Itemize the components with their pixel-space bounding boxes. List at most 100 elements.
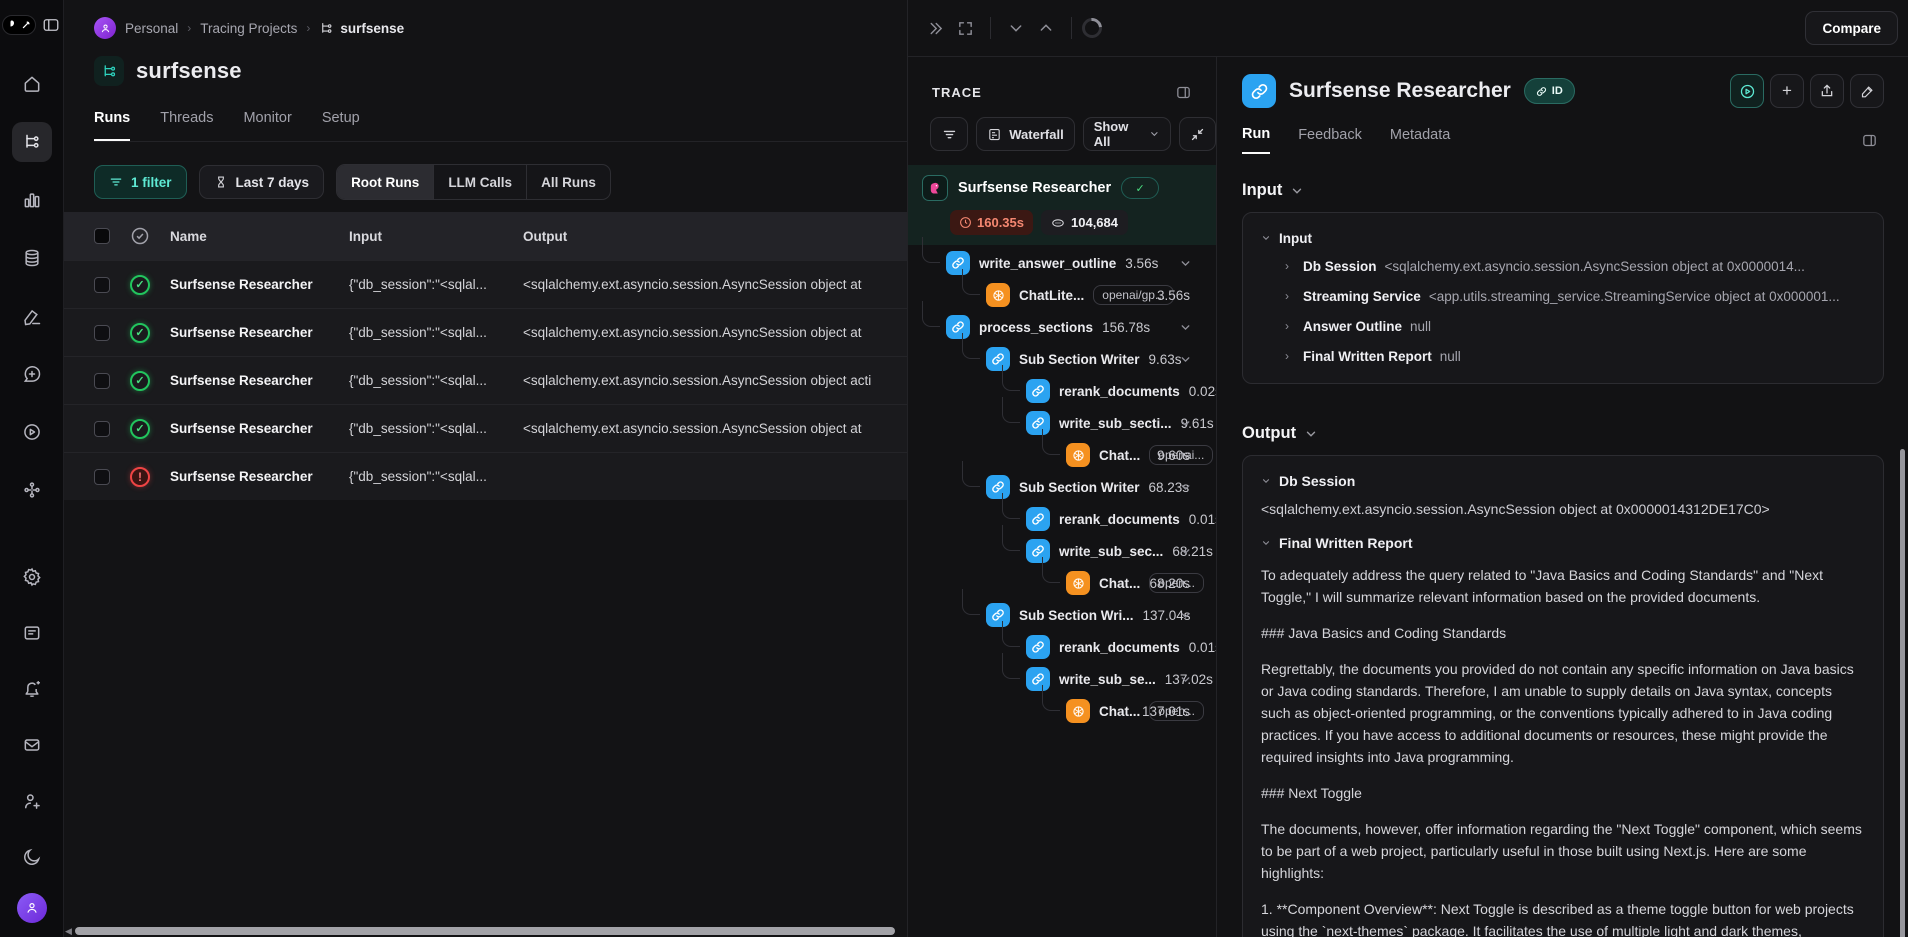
chevron-down-icon[interactable]	[1179, 609, 1192, 622]
vertical-scrollbar[interactable]	[1900, 449, 1905, 937]
select-all-checkbox[interactable]	[94, 228, 110, 244]
tab-setup[interactable]: Setup	[322, 110, 360, 141]
trace-tree-node[interactable]: process_sections 156.78s	[908, 311, 1216, 343]
collapse-all-button[interactable]	[1179, 117, 1216, 151]
run-name[interactable]: Surfsense Researcher	[170, 325, 349, 340]
waterfall-button[interactable]: Waterfall	[976, 117, 1074, 151]
breadcrumb-item[interactable]: Personal	[125, 21, 178, 36]
datasets-icon[interactable]	[12, 238, 52, 278]
filter-chip[interactable]: 1 filter	[94, 165, 187, 199]
run-name[interactable]: Surfsense Researcher	[170, 277, 349, 292]
trace-tree-node[interactable]: Chat... open... 68.20s	[908, 567, 1216, 599]
tab-threads[interactable]: Threads	[160, 110, 213, 141]
open-in-playground-button[interactable]	[1730, 74, 1764, 108]
documentation-icon[interactable]	[12, 613, 52, 653]
theme-toggle-icon[interactable]	[12, 837, 52, 877]
trace-tree-node[interactable]: write_answer_outline 3.56s	[908, 247, 1216, 279]
home-icon[interactable]	[12, 64, 52, 104]
run-name[interactable]: Surfsense Researcher	[170, 373, 349, 388]
row-checkbox[interactable]	[94, 373, 110, 389]
row-checkbox[interactable]	[94, 469, 110, 485]
expand-fullscreen-icon[interactable]	[950, 13, 980, 43]
add-to-dataset-button[interactable]: +	[1770, 74, 1804, 108]
column-header-input[interactable]: Input	[349, 229, 523, 244]
show-all-dropdown[interactable]: Show All	[1083, 117, 1171, 151]
trace-tree-node[interactable]: write_sub_se... 137.02s	[908, 663, 1216, 695]
segment-root-runs[interactable]: Root Runs	[337, 165, 434, 199]
run-id-pill[interactable]: ID	[1524, 78, 1575, 104]
breadcrumb-item[interactable]: Tracing Projects	[200, 21, 297, 36]
split-panel-icon[interactable]	[1168, 77, 1198, 107]
table-row[interactable]: ✓ Surfsense Researcher {"db_session":"<s…	[64, 404, 907, 452]
deployments-icon[interactable]	[12, 470, 52, 510]
scroll-left-arrow[interactable]: ◀	[65, 927, 73, 935]
tracing-projects-icon[interactable]	[12, 122, 52, 162]
settings-icon[interactable]	[12, 557, 52, 597]
column-header-output[interactable]: Output	[523, 229, 907, 244]
trace-tree-node[interactable]: Sub Section Writer 68.23s	[908, 471, 1216, 503]
input-field-row[interactable]: › Final Written Report null	[1261, 341, 1865, 371]
column-header-name[interactable]: Name	[170, 229, 349, 244]
output-db-session-node[interactable]: Db Session	[1261, 468, 1865, 494]
inbox-icon[interactable]	[12, 725, 52, 765]
run-name[interactable]: Surfsense Researcher	[170, 421, 349, 436]
trace-root-node[interactable]: Surfsense Researcher ✓ 160.35s 104,684	[908, 165, 1217, 245]
playground-icon[interactable]	[12, 412, 52, 452]
tab-metadata[interactable]: Metadata	[1390, 127, 1450, 153]
date-range-chip[interactable]: Last 7 days	[199, 165, 325, 199]
trace-tree-node[interactable]: write_sub_secti... 9.61s	[908, 407, 1216, 439]
horizontal-scrollbar[interactable]	[75, 927, 895, 935]
trace-tree-node[interactable]: Chat... openai... 9.60s	[908, 439, 1216, 471]
breadcrumb-item-current[interactable]: surfsense	[319, 21, 404, 36]
prompts-icon[interactable]	[12, 354, 52, 394]
user-avatar[interactable]	[17, 893, 47, 923]
table-row[interactable]: ✓ Surfsense Researcher {"db_session":"<s…	[64, 260, 907, 308]
next-run-icon[interactable]	[1031, 13, 1061, 43]
collapse-panel-icon[interactable]	[920, 13, 950, 43]
tab-feedback[interactable]: Feedback	[1298, 127, 1362, 153]
prev-run-icon[interactable]	[1001, 13, 1031, 43]
input-field-row[interactable]: › Answer Outline null	[1261, 311, 1865, 341]
input-field-row[interactable]: › Db Session <sqlalchemy.ext.asyncio.ses…	[1261, 251, 1865, 281]
trace-tree-node[interactable]: Sub Section Wri... 137.04s	[908, 599, 1216, 631]
invite-user-icon[interactable]	[12, 781, 52, 821]
segment-all-runs[interactable]: All Runs	[527, 165, 610, 199]
workspace-avatar[interactable]	[94, 17, 116, 39]
input-section-heading[interactable]: Input	[1242, 181, 1884, 200]
share-run-button[interactable]	[1810, 74, 1844, 108]
trace-tree-node[interactable]: write_sub_sec... 68.21s	[908, 535, 1216, 567]
run-name[interactable]: Surfsense Researcher	[170, 469, 349, 484]
row-checkbox[interactable]	[94, 421, 110, 437]
collapse-sidebar-icon[interactable]	[40, 14, 62, 36]
dashboards-icon[interactable]	[12, 180, 52, 220]
chevron-down-icon[interactable]	[1179, 545, 1192, 558]
input-field-row[interactable]: › Streaming Service <app.utils.streaming…	[1261, 281, 1865, 311]
split-panel-icon[interactable]	[1854, 125, 1884, 155]
table-row[interactable]: ✓ Surfsense Researcher {"db_session":"<s…	[64, 356, 907, 404]
row-checkbox[interactable]	[94, 325, 110, 341]
compare-button[interactable]: Compare	[1805, 11, 1898, 45]
tab-runs[interactable]: Runs	[94, 110, 130, 141]
trace-tree-node[interactable]: rerank_documents 0.01s	[908, 631, 1216, 663]
chevron-down-icon[interactable]	[1179, 257, 1192, 270]
row-checkbox[interactable]	[94, 277, 110, 293]
segment-llm-calls[interactable]: LLM Calls	[434, 165, 527, 199]
notifications-icon[interactable]	[12, 669, 52, 709]
chevron-down-icon[interactable]	[1179, 321, 1192, 334]
annotations-icon[interactable]	[12, 296, 52, 336]
trace-tree-node[interactable]: Sub Section Writer 9.63s	[908, 343, 1216, 375]
trace-tree-node[interactable]: rerank_documents 0.02s	[908, 375, 1216, 407]
tab-run[interactable]: Run	[1242, 126, 1270, 154]
output-report-node[interactable]: Final Written Report	[1261, 530, 1865, 556]
chevron-down-icon[interactable]	[1179, 673, 1192, 686]
trace-tree-node[interactable]: Chat... open... 137.01s	[908, 695, 1216, 727]
trace-tree-node[interactable]: rerank_documents 0.01s	[908, 503, 1216, 535]
trace-filter-button[interactable]	[930, 117, 968, 151]
input-root-node[interactable]: Input	[1261, 225, 1865, 251]
table-row[interactable]: ✓ Surfsense Researcher {"db_session":"<s…	[64, 308, 907, 356]
trace-tree-node[interactable]: ChatLite... openai/gp... 3.56s	[908, 279, 1216, 311]
chevron-down-icon[interactable]	[1179, 353, 1192, 366]
chevron-down-icon[interactable]	[1179, 481, 1192, 494]
tab-monitor[interactable]: Monitor	[243, 110, 291, 141]
output-section-heading[interactable]: Output	[1242, 424, 1884, 443]
